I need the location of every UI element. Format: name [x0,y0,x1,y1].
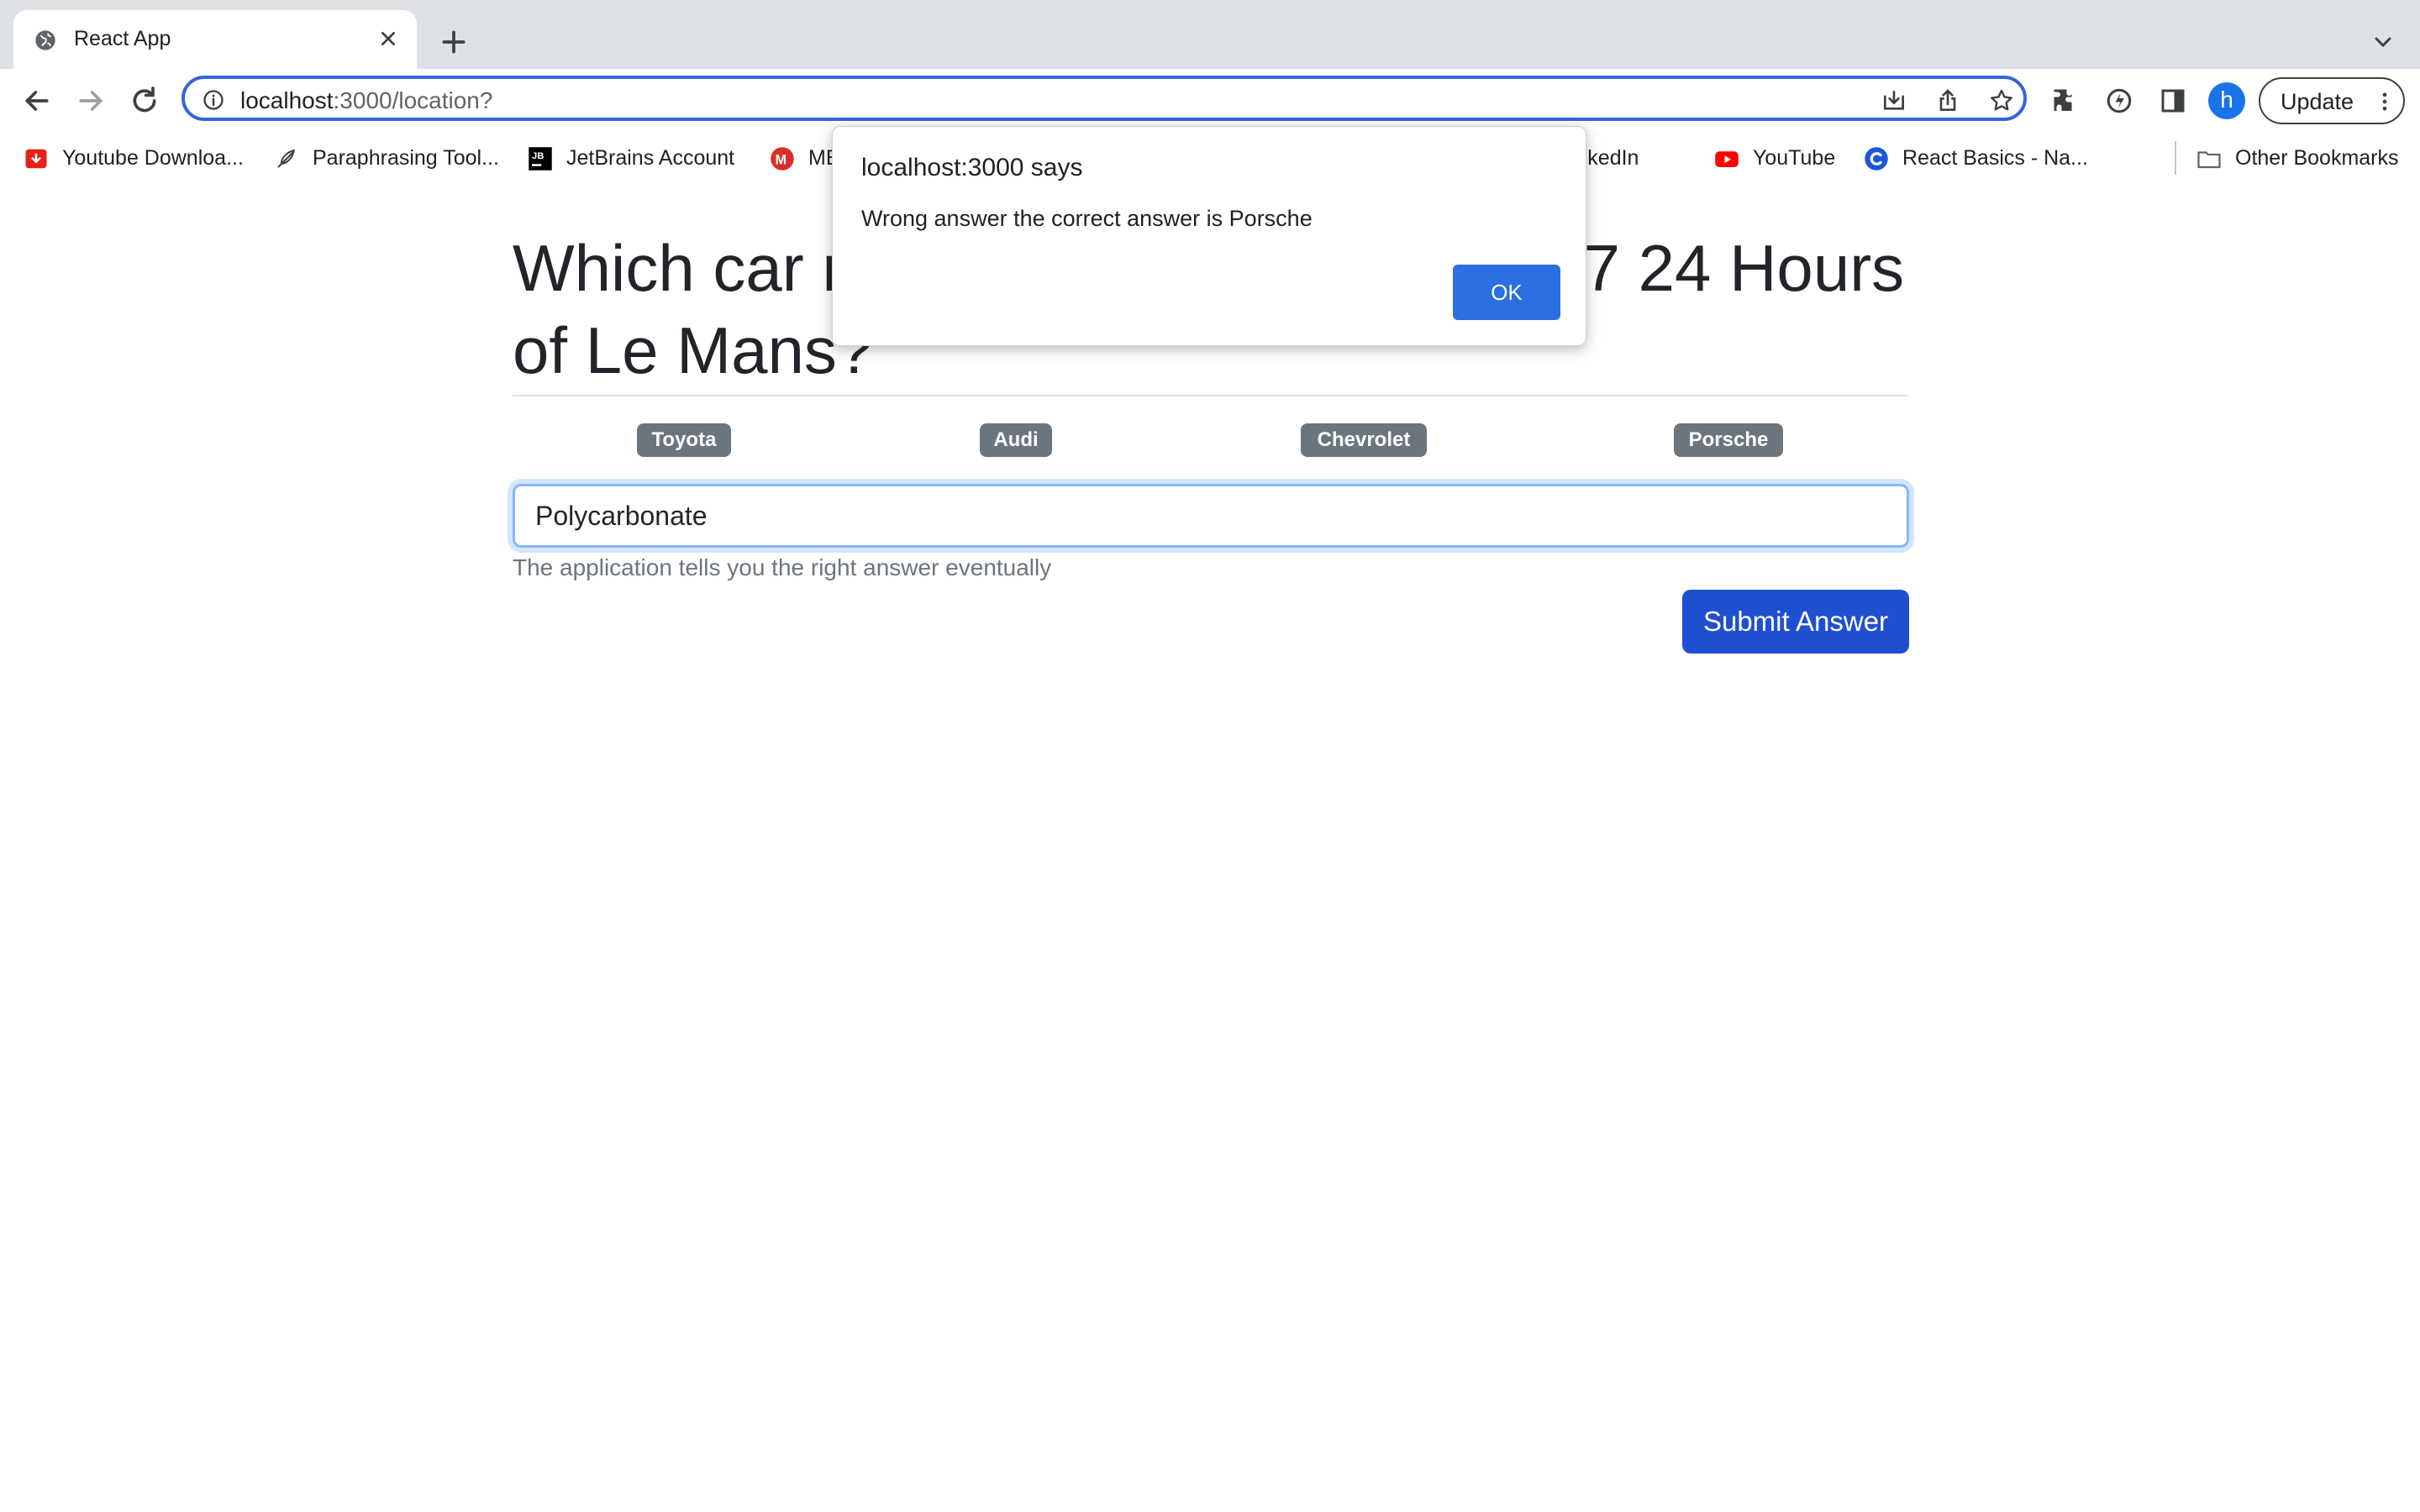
submit-answer-button[interactable]: Submit Answer [1682,590,1909,654]
bookmark-jetbrains-account[interactable]: JB JetBrains Account [528,144,763,175]
reload-icon[interactable] [128,84,161,118]
back-arrow-icon[interactable] [20,84,54,118]
more-vert-icon[interactable] [2373,87,2396,116]
browser-toolbar: localhost:3000/location? h Update [0,69,2420,133]
svg-text:M: M [776,152,787,167]
c-icon [1865,147,1888,171]
url-host: localhost [240,87,334,113]
option-badge-chevrolet: Chevrolet [1301,423,1427,457]
bookmark-other-bookmarks[interactable]: Other Bookmarks [2196,144,2415,175]
bookmark-label: JetBrains Account [566,146,735,170]
star-icon[interactable] [1988,87,2015,114]
dialog-message: Wrong answer the correct answer is Porsc… [861,206,1313,231]
bookmark-paraphrasing-tool[interactable]: Paraphrasing Tool... [274,144,509,175]
update-label: Update [2281,89,2354,114]
option-badge-audi: Audi [980,423,1052,457]
alert-dialog: localhost:3000 says Wrong answer the cor… [832,126,1586,346]
answer-input[interactable] [513,484,1909,548]
helper-text: The application tells you the right answ… [513,554,1052,580]
youtube-downloader-icon [25,149,47,169]
ok-button[interactable]: OK [1453,265,1560,320]
install-icon[interactable] [1881,87,1907,114]
bookmark-label: Youtube Downloa... [62,146,244,170]
m-icon: M [771,147,794,171]
bookmark-label: Paraphrasing Tool... [313,146,499,170]
jetbrains-icon: JB [529,147,552,171]
url-text[interactable]: localhost:3000/location? [240,87,492,114]
address-bar[interactable]: localhost:3000/location? [182,76,2027,121]
svg-text:JB: JB [532,151,544,161]
bookmarks-divider [2175,141,2176,175]
tab-title: React App [74,27,171,50]
youtube-icon [1715,151,1739,167]
bookmark-youtube[interactable]: YouTube [1714,144,1865,175]
bookmark-label: Other Bookmarks [2235,146,2399,170]
bookmark-youtube-downloader[interactable]: Youtube Downloa... [24,144,259,175]
option-badge-porsche: Porsche [1674,423,1783,457]
divider [513,395,1907,396]
share-icon[interactable] [1934,87,1961,114]
new-tab-icon[interactable] [437,25,471,59]
extensions-icon[interactable] [2050,86,2081,116]
bookmark-me[interactable]: M ME [770,144,840,175]
forward-arrow-icon[interactable] [74,84,108,118]
bookmark-react-basics[interactable]: React Basics - Na... [1864,144,2116,175]
close-icon[interactable] [375,25,402,52]
url-path: :3000/location? [333,87,493,113]
profile-avatar[interactable]: h [2208,82,2245,119]
bookmark-label: YouTube [1753,146,1836,170]
folder-icon [2197,151,2221,169]
chevron-down-icon[interactable] [2370,29,2396,55]
update-button[interactable]: Update [2259,77,2405,124]
globe-icon [35,30,55,50]
bookmark-label: React Basics - Na... [1902,146,2088,170]
page-content: Which car manufacturer won the 2017 24 H… [0,186,2420,1512]
tab-react-app[interactable]: React App [13,10,417,69]
dialog-title: localhost:3000 says [861,154,1083,181]
option-badge-toyota: Toyota [637,423,731,457]
tab-strip: React App [0,0,2420,69]
feather-icon [277,149,295,168]
side-panel-icon[interactable] [2158,86,2188,116]
performance-icon[interactable] [2104,86,2134,116]
info-icon[interactable] [202,88,225,112]
